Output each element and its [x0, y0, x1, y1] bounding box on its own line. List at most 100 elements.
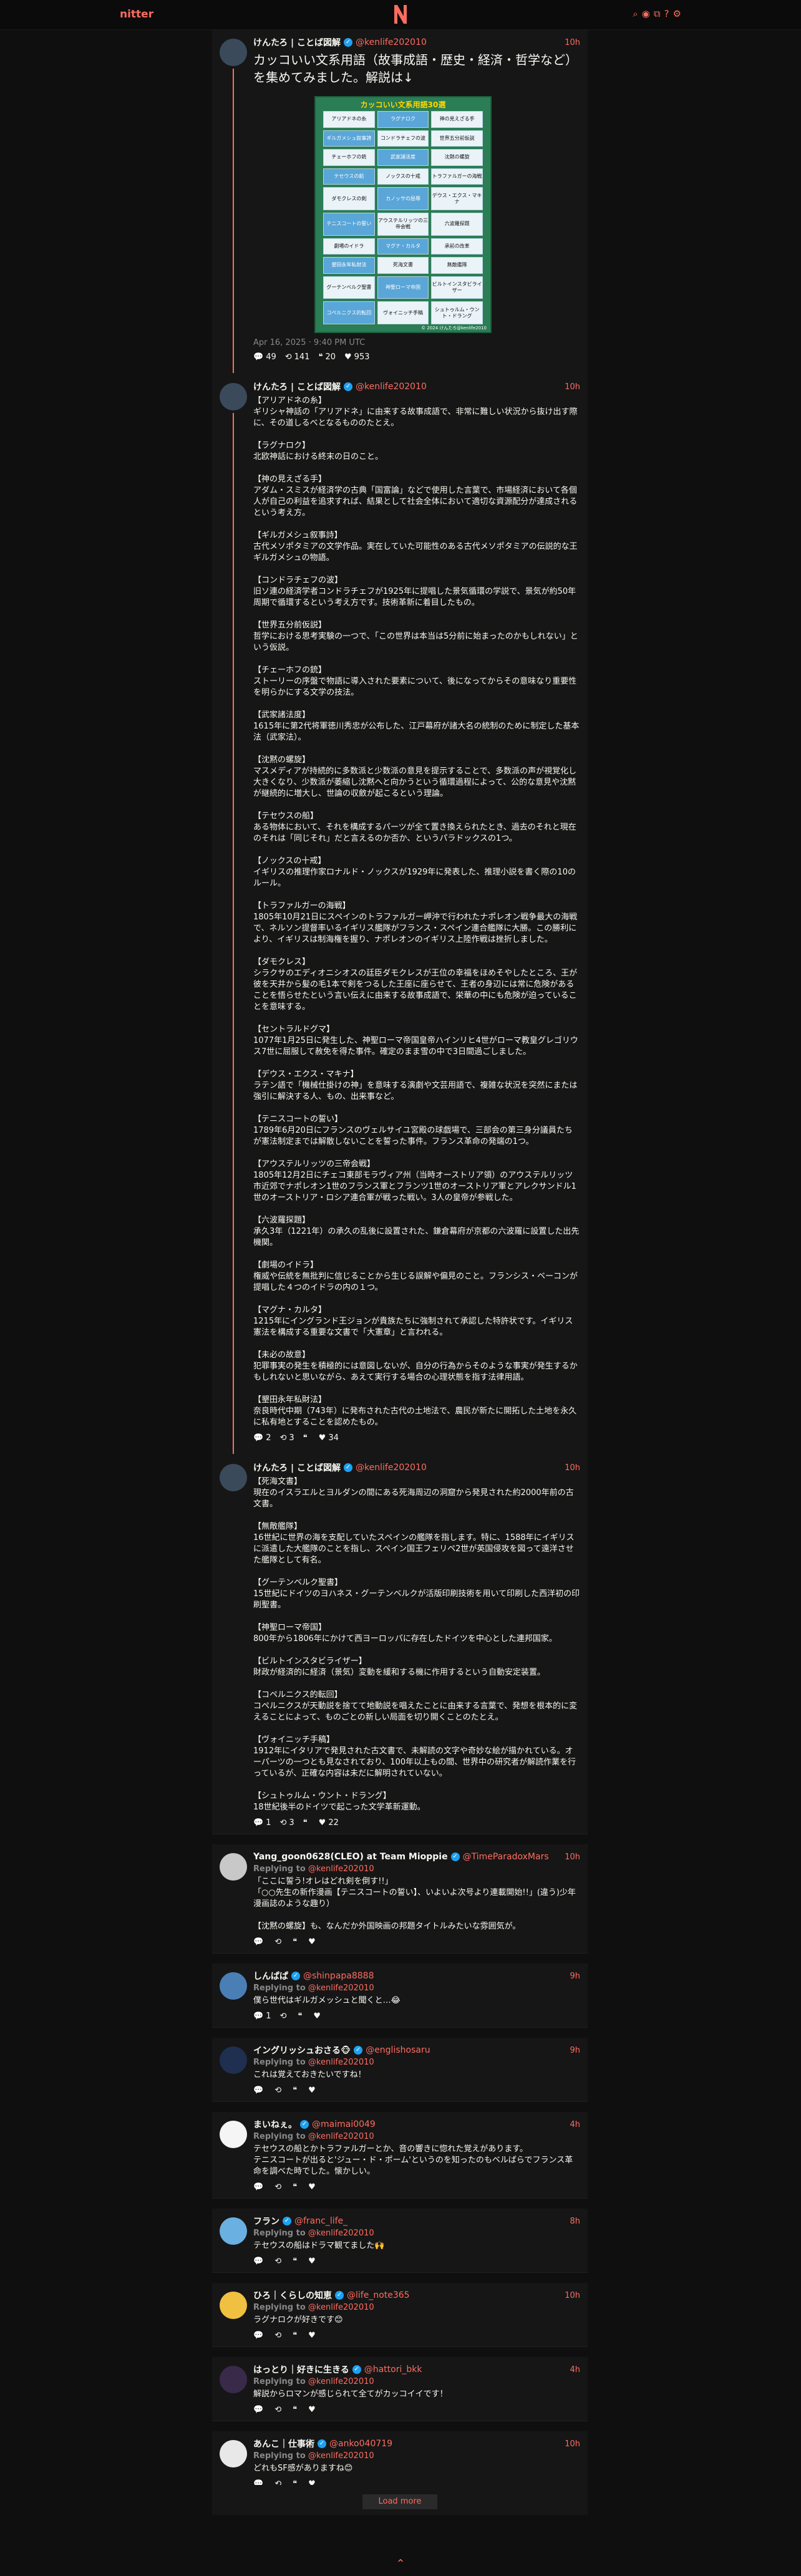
tweet-date[interactable]: 9h: [570, 1972, 580, 1981]
retweet-stat[interactable]: ⟲: [274, 2331, 284, 2340]
quote-stat[interactable]: ❝: [293, 2257, 299, 2266]
retweet-stat[interactable]: ⟲: [274, 2182, 284, 2192]
fullname[interactable]: ひろ｜くらしの知恵: [253, 2289, 332, 2302]
retweet-stat[interactable]: ⟲ 141: [285, 352, 310, 362]
tweet-date[interactable]: 4h: [570, 2120, 580, 2129]
brand-link[interactable]: nitter: [120, 8, 153, 21]
reply-stat[interactable]: 💬 1: [253, 1818, 271, 1828]
fullname[interactable]: イングリッシュおさる🐵: [253, 2044, 351, 2056]
avatar[interactable]: [220, 1464, 247, 1491]
quote-stat[interactable]: ❝: [293, 2182, 299, 2192]
username[interactable]: @englishosaru: [366, 2045, 430, 2055]
like-stat[interactable]: ♥: [308, 2182, 318, 2192]
tweet-date[interactable]: 10h: [565, 382, 580, 392]
replying-to-user[interactable]: @kenlife202010: [308, 2132, 374, 2141]
reply-stat[interactable]: 💬: [253, 2257, 266, 2266]
replying-to-user[interactable]: @kenlife202010: [308, 2303, 374, 2312]
username[interactable]: @franc_life_: [294, 2216, 347, 2226]
tweet-date[interactable]: 10h: [565, 1852, 580, 1862]
reply-stat[interactable]: 💬: [253, 2405, 266, 2414]
quote-stat[interactable]: ❝: [293, 1937, 299, 1947]
fullname[interactable]: けんたろ | ことば図解: [253, 380, 341, 393]
chevron-up-icon[interactable]: ⌃: [393, 2557, 408, 2570]
settings-icon[interactable]: ⚙: [673, 8, 681, 19]
username[interactable]: @life_note365: [347, 2290, 410, 2300]
avatar[interactable]: [220, 383, 247, 410]
tweet-date[interactable]: 10h: [565, 38, 580, 47]
attached-image[interactable]: カッコいい文系用語30選 アリアドネの糸 ラグナロク 神の見えざる手 ギルガメシュ叙事…: [314, 96, 492, 333]
like-stat[interactable]: ♥: [308, 1937, 318, 1947]
like-stat[interactable]: ♥ 34: [319, 1433, 339, 1443]
tweet-published-date[interactable]: Apr 16, 2025 · 9:40 PM UTC: [253, 338, 580, 347]
replying-to-user[interactable]: @kenlife202010: [308, 2451, 374, 2461]
quote-stat[interactable]: ❝: [303, 1818, 310, 1828]
fullname[interactable]: あんこ｜仕事術: [253, 2438, 314, 2450]
fullname[interactable]: まいねぇ。: [253, 2118, 297, 2131]
username[interactable]: @hattori_bkk: [364, 2365, 422, 2375]
username[interactable]: @shinpapa8888: [303, 1971, 374, 1981]
reply-stat[interactable]: 💬: [253, 2331, 266, 2340]
quote-stat[interactable]: ❝: [298, 2012, 304, 2021]
like-stat[interactable]: ♥ 953: [344, 352, 369, 362]
fullname[interactable]: けんたろ | ことば図解: [253, 1461, 341, 1474]
retweet-stat[interactable]: ⟲ 3: [279, 1818, 294, 1828]
reply-stat[interactable]: 💬 2: [253, 1433, 271, 1443]
quote-stat[interactable]: ❝ 20: [318, 352, 336, 362]
fullname[interactable]: しんぱぱ: [253, 1970, 288, 1982]
reply-stat[interactable]: 💬: [253, 2086, 266, 2095]
retweet-stat[interactable]: ⟲: [279, 2012, 289, 2021]
username[interactable]: @kenlife202010: [356, 382, 427, 392]
quote-stat[interactable]: ❝: [303, 1433, 310, 1443]
avatar[interactable]: [220, 1972, 247, 2000]
search-icon[interactable]: ⌕: [633, 8, 638, 19]
reply-stat[interactable]: 💬: [253, 2182, 266, 2192]
fullname[interactable]: はっとり｜好きに生きる: [253, 2363, 349, 2376]
replying-to-user[interactable]: @kenlife202010: [308, 1864, 374, 1874]
avatar[interactable]: [220, 2046, 247, 2074]
retweet-stat[interactable]: ⟲: [274, 2257, 284, 2266]
reply-stat[interactable]: 💬 49: [253, 352, 276, 362]
username[interactable]: @kenlife202010: [356, 37, 427, 47]
avatar[interactable]: [220, 2440, 247, 2467]
nitter-logo[interactable]: [392, 4, 409, 25]
retweet-stat[interactable]: ⟲: [274, 2086, 284, 2095]
like-stat[interactable]: ♥: [308, 2331, 318, 2340]
replying-to-user[interactable]: @kenlife202010: [308, 2058, 374, 2067]
username[interactable]: @kenlife202010: [356, 1463, 427, 1473]
tweet-date[interactable]: 9h: [570, 2046, 580, 2055]
avatar[interactable]: [220, 2366, 247, 2393]
tweet-date[interactable]: 10h: [565, 1463, 580, 1473]
like-stat[interactable]: ♥: [308, 2086, 318, 2095]
copy-icon[interactable]: ⧉: [654, 8, 661, 19]
tweet-date[interactable]: 10h: [565, 2291, 580, 2300]
fullname[interactable]: けんたろ | ことば図解: [253, 36, 341, 49]
like-stat[interactable]: ♥: [308, 2257, 318, 2266]
rss-icon[interactable]: ◉: [642, 8, 650, 19]
reply-stat[interactable]: 💬 1: [253, 2012, 271, 2021]
replying-to-user[interactable]: @kenlife202010: [308, 2377, 374, 2386]
replying-to-user[interactable]: @kenlife202010: [308, 1983, 374, 1993]
quote-stat[interactable]: ❝: [293, 2086, 299, 2095]
tweet-date[interactable]: 10h: [565, 2439, 580, 2449]
replying-to-user[interactable]: @kenlife202010: [308, 2229, 374, 2238]
fullname[interactable]: Yang_goon0628(CLEO) at Team Mioppie: [253, 1852, 448, 1862]
avatar[interactable]: [220, 2292, 247, 2319]
tweet-date[interactable]: 8h: [570, 2217, 580, 2226]
retweet-stat[interactable]: ⟲: [274, 1937, 284, 1947]
info-icon[interactable]: ?: [664, 8, 669, 19]
username[interactable]: @maimai0049: [312, 2119, 376, 2129]
quote-stat[interactable]: ❝: [293, 2405, 299, 2414]
retweet-stat[interactable]: ⟲ 3: [279, 1433, 294, 1443]
avatar[interactable]: [220, 2121, 247, 2148]
username[interactable]: @TimeParadoxMars: [463, 1852, 549, 1862]
tweet-date[interactable]: 4h: [570, 2365, 580, 2375]
quote-stat[interactable]: ❝: [293, 2331, 299, 2340]
username[interactable]: @anko040719: [329, 2439, 392, 2449]
avatar[interactable]: [220, 1853, 247, 1881]
fullname[interactable]: フラン: [253, 2215, 279, 2227]
retweet-stat[interactable]: ⟲: [274, 2405, 284, 2414]
load-more-button[interactable]: Load more: [362, 2494, 437, 2509]
like-stat[interactable]: ♥: [308, 2405, 318, 2414]
reply-stat[interactable]: 💬: [253, 1937, 266, 1947]
like-stat[interactable]: ♥ 22: [319, 1818, 339, 1828]
